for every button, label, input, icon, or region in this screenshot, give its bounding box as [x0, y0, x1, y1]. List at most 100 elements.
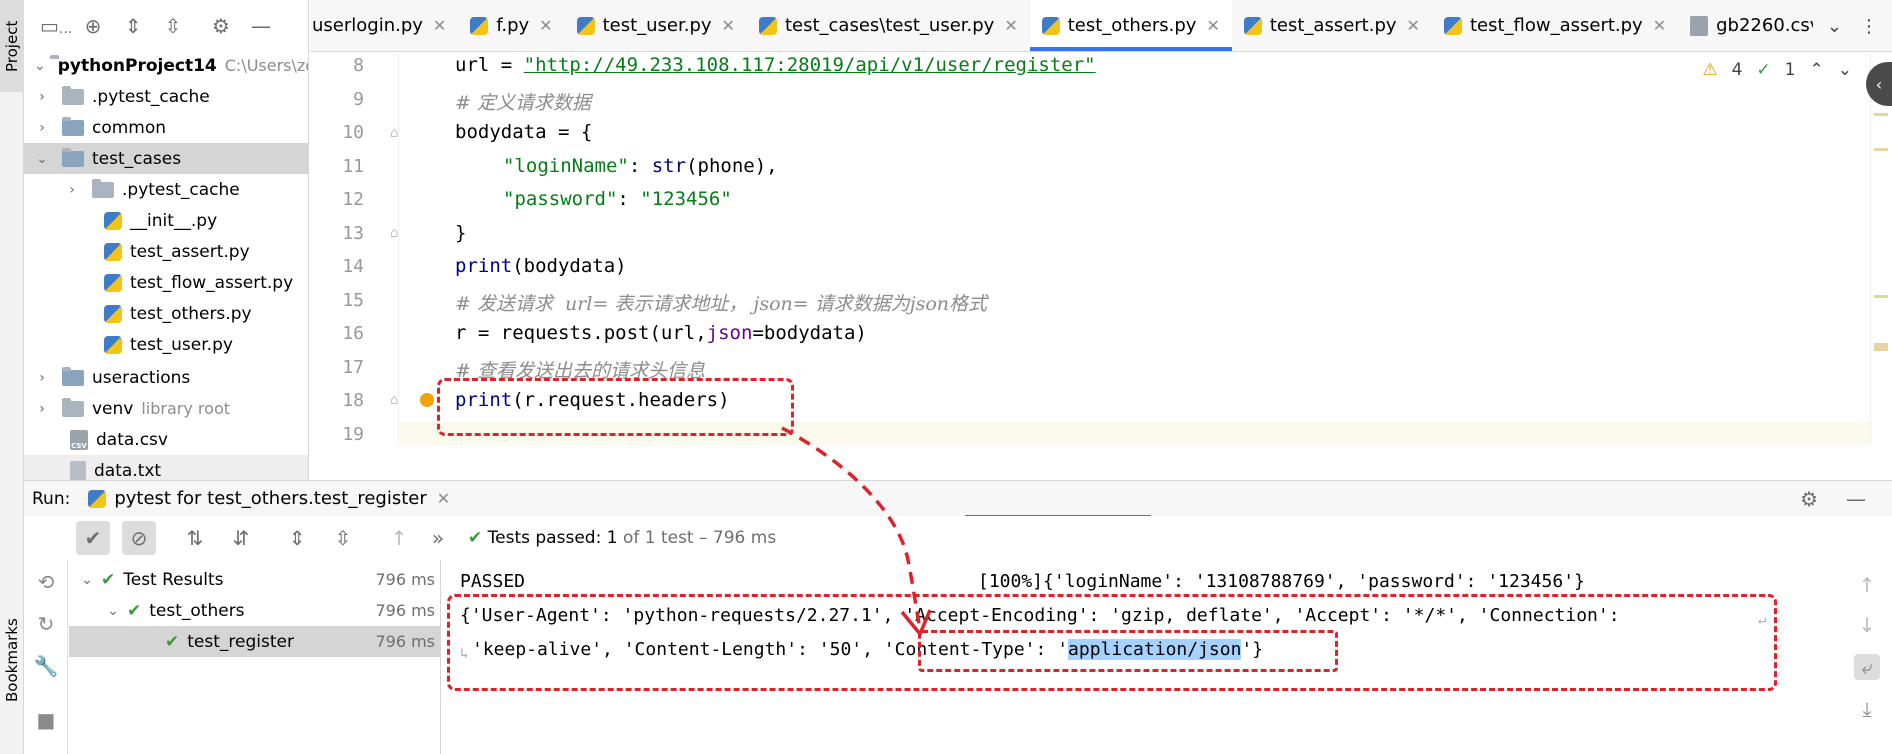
- project-view-icon[interactable]: ▭...: [40, 14, 72, 38]
- tab-test-others-py[interactable]: test_others.py ✕: [1029, 0, 1232, 51]
- csv-file-icon: CSV: [70, 429, 88, 450]
- previous-test-button[interactable]: ↑: [382, 521, 416, 555]
- arrow-down-icon[interactable]: ↓: [1854, 612, 1880, 638]
- collapse-all-icon[interactable]: ⇳: [160, 14, 186, 38]
- weak-warning-count: 1: [1784, 60, 1796, 80]
- tree-item-venv[interactable]: › venv library root: [24, 393, 308, 424]
- test-tree-row[interactable]: ⌄ ✔ test_others 796 ms: [69, 595, 441, 626]
- project-view-more: ...: [58, 21, 73, 37]
- soft-wrap-toggle-icon[interactable]: ⤶: [1854, 654, 1880, 680]
- chevron-right-icon[interactable]: ›: [34, 401, 50, 417]
- python-file-icon: [104, 335, 122, 354]
- tab-test-assert-py[interactable]: test_assert.py ✕: [1232, 0, 1432, 51]
- arrow-up-icon[interactable]: ↑: [1854, 572, 1880, 598]
- error-stripe-mark[interactable]: [1874, 295, 1888, 298]
- close-icon[interactable]: ✕: [722, 16, 735, 35]
- tree-item-data-csv[interactable]: CSV data.csv: [24, 424, 308, 455]
- chevron-down-icon[interactable]: ⌄: [1838, 60, 1852, 80]
- tree-item-test-user-py[interactable]: test_user.py: [24, 329, 308, 360]
- expand-all-button[interactable]: ⇕: [280, 521, 314, 555]
- close-icon[interactable]: ✕: [1653, 16, 1666, 35]
- tree-item-test-others-py[interactable]: test_others.py: [24, 298, 308, 329]
- tab-label: gb2260.csv: [1716, 15, 1821, 36]
- line-number: 17: [342, 357, 364, 378]
- tree-item-test-assert-py[interactable]: test_assert.py: [24, 236, 308, 267]
- tree-item-project-root[interactable]: ⌄ pythonProject14 C:\Users\ze: [24, 50, 309, 81]
- error-stripe-mark[interactable]: [1874, 113, 1888, 116]
- close-icon[interactable]: ✕: [1004, 16, 1017, 35]
- stop-icon[interactable]: ■: [34, 708, 58, 732]
- hide-panel-icon[interactable]: —: [1846, 487, 1866, 511]
- project-tool-tab[interactable]: Project: [0, 0, 24, 92]
- chevron-right-icon[interactable]: ›: [34, 370, 50, 386]
- tree-item-label: __init__.py: [130, 210, 218, 231]
- line-number: 14: [342, 256, 364, 277]
- hide-panel-icon[interactable]: —: [248, 14, 274, 38]
- close-icon[interactable]: ✕: [1407, 16, 1420, 35]
- editor-scrollbar[interactable]: [1870, 53, 1892, 445]
- tree-item-pytest-cache[interactable]: › .pytest_cache: [24, 81, 308, 112]
- close-icon[interactable]: ✕: [539, 16, 552, 35]
- chevron-down-icon[interactable]: ⌄: [34, 58, 46, 74]
- tree-item-useractions[interactable]: › useractions: [24, 362, 308, 393]
- gear-icon[interactable]: ⚙: [208, 14, 234, 38]
- error-stripe-mark[interactable]: [1874, 148, 1888, 151]
- tree-item-test-flow-assert-py[interactable]: test_flow_assert.py: [24, 267, 308, 298]
- tab-userlogin-py[interactable]: userlogin.py ✕: [310, 0, 458, 51]
- code-token: str: [651, 155, 687, 177]
- collapse-all-button[interactable]: ⇳: [326, 521, 360, 555]
- tab-f-py[interactable]: f.py ✕: [458, 0, 564, 51]
- tab-test-flow-assert-py[interactable]: test_flow_assert.py ✕: [1432, 0, 1678, 51]
- close-icon[interactable]: ✕: [1206, 16, 1219, 35]
- scroll-to-end-icon[interactable]: ⤓: [1854, 696, 1880, 722]
- tree-item-test-cases-pytest-cache[interactable]: › .pytest_cache: [24, 174, 308, 205]
- show-passed-toggle[interactable]: ✔: [76, 521, 110, 555]
- chevron-right-icon[interactable]: ›: [34, 89, 50, 105]
- chevron-down-icon[interactable]: ⌄: [105, 603, 121, 619]
- sort-alpha-button[interactable]: ⇅: [178, 521, 212, 555]
- code-line-14: print(bodydata): [455, 255, 627, 277]
- tab-label: f.py: [496, 15, 530, 36]
- close-icon[interactable]: ✕: [437, 489, 450, 508]
- error-stripe-mark[interactable]: [1874, 343, 1888, 351]
- chevron-down-icon[interactable]: ⌄: [79, 572, 95, 588]
- inspection-widget[interactable]: ⚠ 4 ✓ 1 ⌃ ⌄: [1702, 60, 1852, 80]
- bookmarks-tool-tab-label: Bookmarks: [3, 618, 21, 702]
- wrench-icon[interactable]: 🔧: [34, 654, 59, 678]
- gear-icon[interactable]: ⚙: [1800, 487, 1818, 511]
- tab-test-cases-test-user-py[interactable]: test_cases\test_user.py ✕: [747, 0, 1030, 51]
- show-ignored-toggle[interactable]: ⊘: [122, 521, 156, 555]
- bookmarks-tool-tab[interactable]: Bookmarks: [0, 600, 24, 720]
- gutter-divider: [398, 53, 399, 445]
- close-icon[interactable]: ✕: [433, 16, 446, 35]
- more-vertical-icon[interactable]: ⋮: [1860, 16, 1878, 37]
- sort-duration-button[interactable]: ⇵: [224, 521, 258, 555]
- tab-label: test_cases\test_user.py: [784, 15, 995, 36]
- test-tree-row[interactable]: ⌄ ✔ Test Results 796 ms: [69, 564, 441, 595]
- sort-duration-icon: ⇵: [232, 526, 250, 550]
- tab-test-user-py[interactable]: test_user.py ✕: [565, 0, 747, 51]
- chevron-up-icon[interactable]: ⌃: [1810, 60, 1824, 80]
- tree-item-test-cases[interactable]: ⌄ test_cases: [24, 143, 308, 174]
- chevron-down-icon[interactable]: ⌄: [34, 151, 50, 167]
- tree-item-init-py[interactable]: __init__.py: [24, 205, 308, 236]
- code-url-string[interactable]: "http://49.233.108.117:28019/api/v1/user…: [524, 54, 1096, 76]
- tree-item-common[interactable]: › common: [24, 112, 308, 143]
- intention-bulb-icon[interactable]: [420, 393, 434, 407]
- toggle-auto-test-icon[interactable]: ↻: [34, 612, 58, 636]
- expand-all-icon[interactable]: ⇕: [120, 14, 146, 38]
- chevron-right-icon[interactable]: ›: [64, 182, 80, 198]
- chevron-right-icon[interactable]: ›: [34, 120, 50, 136]
- tree-item-label: test_flow_assert.py: [130, 272, 294, 293]
- more-actions-button[interactable]: »: [428, 521, 448, 555]
- locate-file-icon[interactable]: ⊕: [80, 14, 106, 38]
- folder-icon: [62, 397, 84, 417]
- tree-item-data-txt[interactable]: data.txt: [24, 455, 308, 480]
- chevron-down-icon[interactable]: ⌄: [1827, 16, 1842, 37]
- run-config-tab[interactable]: pytest for test_others.test_register ✕: [88, 488, 450, 509]
- test-tree-row-selected[interactable]: ✔ test_register 796 ms: [69, 626, 441, 657]
- rerun-failed-icon[interactable]: ⟲: [34, 570, 58, 594]
- code-token: :: [628, 155, 652, 177]
- tree-item-label: test_others.py: [130, 303, 252, 324]
- tree-item-path: C:\Users\ze: [224, 56, 309, 75]
